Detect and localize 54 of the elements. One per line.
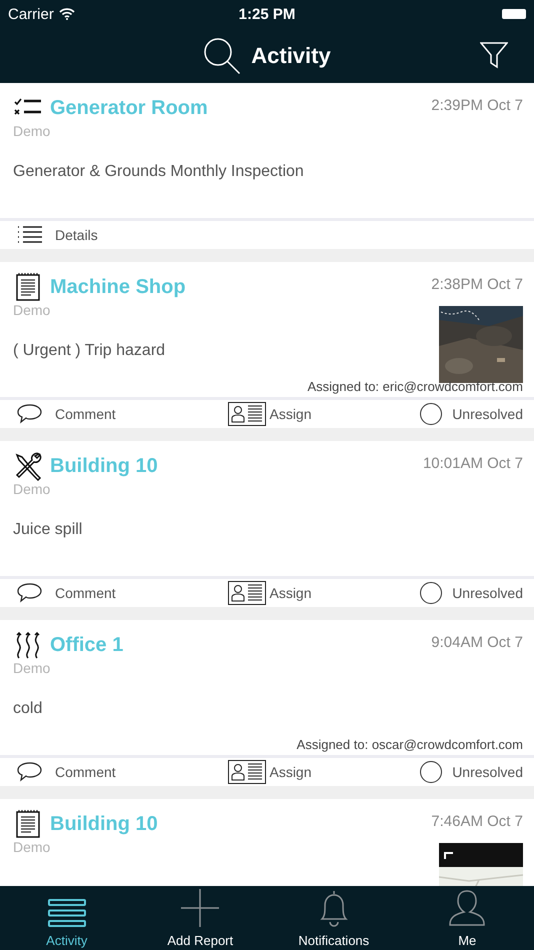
tools-icon bbox=[13, 451, 43, 481]
report-description: Generator & Grounds Monthly Inspection bbox=[13, 163, 305, 181]
notepad-icon bbox=[16, 273, 40, 301]
person-icon bbox=[447, 889, 488, 927]
carrier-label: Carrier bbox=[8, 6, 54, 22]
filter-icon[interactable] bbox=[480, 41, 508, 69]
site-label: Demo bbox=[13, 660, 50, 676]
comment-button[interactable]: Comment bbox=[17, 403, 186, 425]
timestamp: 2:38PM Oct 7 bbox=[431, 276, 523, 293]
report-description: Juice spill bbox=[13, 521, 84, 539]
timestamp: 2:39PM Oct 7 bbox=[431, 97, 523, 114]
report-description: ( Urgent ) Trip hazard bbox=[13, 342, 166, 360]
timestamp: 9:04AM Oct 7 bbox=[431, 634, 523, 651]
tab[interactable]: Notifications bbox=[267, 886, 400, 950]
speech-bubble-icon bbox=[17, 582, 43, 604]
tab[interactable]: Activity bbox=[0, 886, 134, 950]
assign-button[interactable]: Assign bbox=[186, 581, 354, 605]
clock: 1:25 PM bbox=[238, 6, 296, 22]
speech-bubble-icon bbox=[17, 761, 43, 783]
battery-icon bbox=[502, 9, 526, 19]
notepad-icon bbox=[16, 810, 40, 838]
status-radio[interactable] bbox=[420, 582, 442, 604]
assign-button[interactable]: Assign bbox=[186, 760, 354, 784]
status-radio[interactable] bbox=[420, 403, 442, 425]
tab[interactable]: Add Report bbox=[134, 886, 267, 950]
list-icon bbox=[17, 226, 43, 244]
id-card-icon bbox=[228, 760, 266, 784]
comment-button[interactable]: Comment bbox=[17, 761, 186, 783]
details-button[interactable]: Details bbox=[17, 226, 523, 244]
site-label: Demo bbox=[13, 302, 50, 318]
report-description: cold bbox=[13, 700, 44, 718]
wifi-icon bbox=[58, 8, 75, 20]
tab[interactable]: Me bbox=[400, 886, 534, 950]
heat-waves-icon bbox=[14, 630, 42, 660]
screen-title: Activity bbox=[251, 42, 331, 68]
status-button[interactable]: Unresolved bbox=[354, 582, 524, 604]
assign-button[interactable]: Assign bbox=[186, 402, 354, 426]
site-label: Demo bbox=[13, 123, 50, 139]
site-label: Demo bbox=[13, 839, 50, 855]
comment-button[interactable]: Comment bbox=[17, 582, 186, 604]
status-button[interactable]: Unresolved bbox=[354, 403, 524, 425]
status-radio[interactable] bbox=[420, 761, 442, 783]
speech-bubble-icon bbox=[17, 403, 43, 425]
plus-icon bbox=[181, 889, 220, 927]
timestamp: 7:46AM Oct 7 bbox=[431, 813, 523, 830]
timestamp: 10:01AM Oct 7 bbox=[422, 455, 523, 472]
status-button[interactable]: Unresolved bbox=[354, 761, 524, 783]
assignee-label: Assigned to: oscar@crowdcomfort.com bbox=[296, 737, 523, 752]
assignee-label: Assigned to: eric@crowdcomfort.com bbox=[308, 379, 523, 394]
site-label: Demo bbox=[13, 481, 50, 497]
id-card-icon bbox=[228, 402, 266, 426]
list-icon bbox=[48, 899, 86, 927]
search-icon[interactable] bbox=[203, 36, 242, 74]
id-card-icon bbox=[228, 581, 266, 605]
